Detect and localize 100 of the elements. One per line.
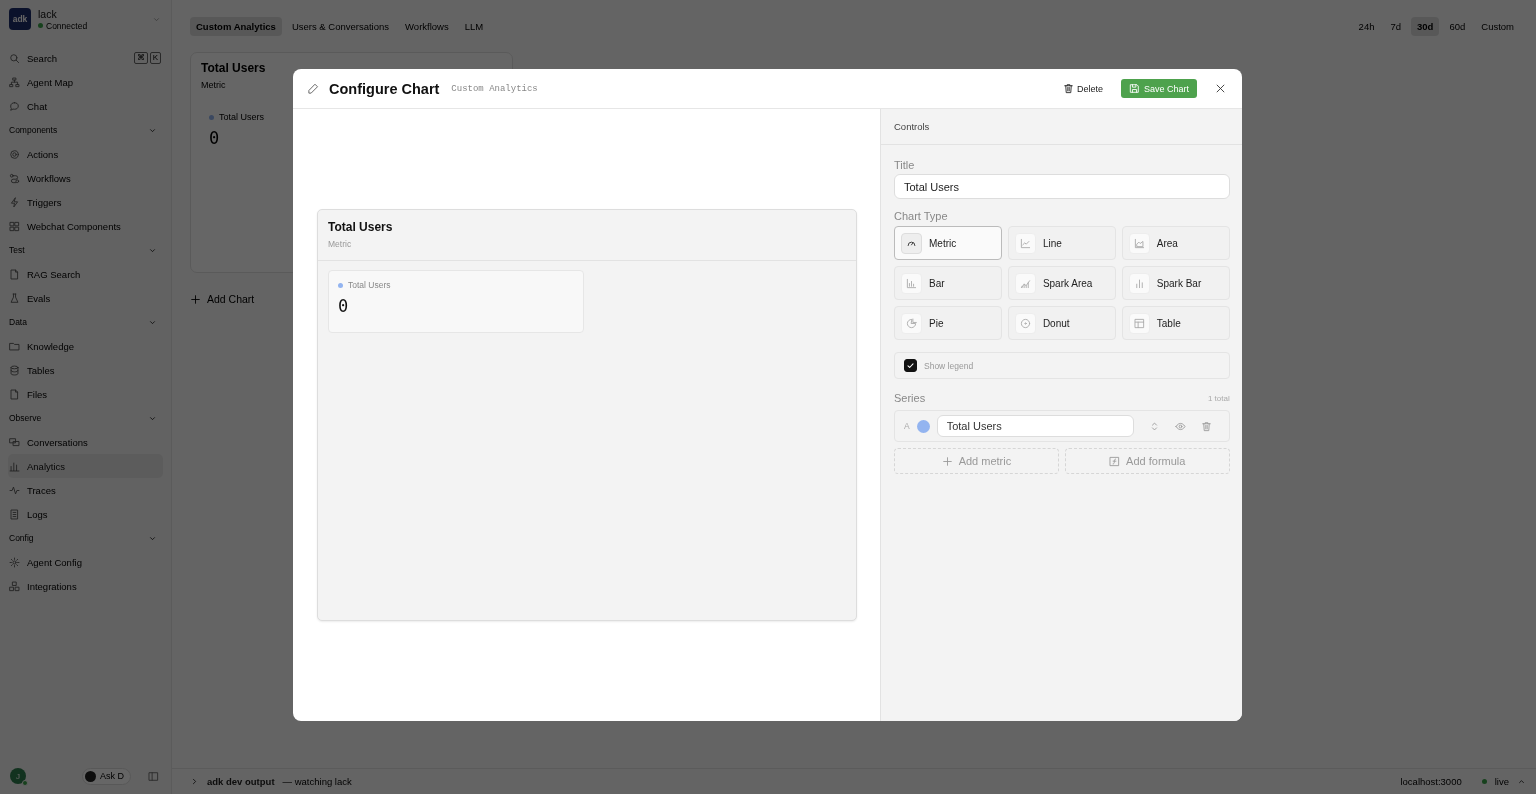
- chart-title: Total Users: [328, 220, 393, 234]
- save-icon: [1128, 83, 1140, 94]
- range-option[interactable]: 24h: [1352, 16, 1381, 36]
- chart-type-option[interactable]: Pie: [894, 306, 1002, 340]
- route-icon: [9, 172, 20, 184]
- bar-chart-icon: [9, 460, 20, 472]
- table-icon: [1133, 317, 1145, 329]
- donut-icon: [1019, 317, 1031, 329]
- delete-button[interactable]: Delete: [1058, 80, 1107, 97]
- chart-type-option[interactable]: Bar: [894, 266, 1002, 300]
- plus-icon: [941, 455, 953, 467]
- nav-item[interactable]: Traces: [8, 478, 163, 502]
- title-field[interactable]: Total Users: [894, 174, 1230, 199]
- nav-item[interactable]: Webchat Components: [8, 214, 163, 238]
- workspace-logo: adk: [9, 8, 31, 30]
- grid-icon: [9, 220, 20, 232]
- gear-icon: [9, 556, 20, 568]
- nav-item[interactable]: Files: [8, 382, 163, 406]
- add-chart-button[interactable]: Add Chart: [190, 293, 255, 305]
- nav-item[interactable]: Evals: [8, 286, 163, 310]
- live-label: live: [1494, 776, 1509, 787]
- tab[interactable]: Custom Analytics: [190, 16, 282, 36]
- chart-title: Total Users: [201, 61, 266, 75]
- range-option[interactable]: 30d: [1411, 16, 1440, 36]
- document-icon: [9, 388, 20, 400]
- section-title[interactable]: Config: [9, 533, 34, 543]
- nav-item[interactable]: Triggers: [8, 190, 163, 214]
- nav-item[interactable]: Logs: [8, 502, 163, 526]
- series-color-dot[interactable]: [916, 419, 930, 433]
- panel-icon[interactable]: [148, 770, 159, 782]
- legend-label: Total Users: [219, 112, 264, 122]
- save-button[interactable]: Save Chart: [1120, 79, 1197, 98]
- nav-item[interactable]: Workflows: [8, 166, 163, 190]
- nav-item[interactable]: Actions: [8, 142, 163, 166]
- area-chart-icon: [1133, 237, 1145, 249]
- chart-type: Metric: [201, 80, 226, 90]
- range-option[interactable]: 60d: [1443, 16, 1472, 36]
- panel-heading: Controls: [881, 109, 1242, 145]
- legend-dot: [338, 282, 343, 288]
- live-dot: [1481, 779, 1487, 784]
- chart-type-option[interactable]: Metric: [894, 226, 1002, 260]
- nav-item[interactable]: Analytics: [8, 454, 163, 478]
- output-title: adk dev output: [207, 776, 275, 787]
- nav-item[interactable]: Tables: [8, 358, 163, 382]
- metric-value: 0: [209, 128, 221, 148]
- chat-bubble-icon: [9, 100, 20, 112]
- column-chart-icon: [906, 277, 917, 289]
- series-name-field[interactable]: Total Users: [936, 415, 1134, 437]
- nav-item[interactable]: Knowledge: [8, 334, 163, 358]
- check-icon: [906, 361, 915, 370]
- workspace-name: lack: [38, 7, 58, 20]
- tab[interactable]: Workflows: [399, 16, 455, 36]
- pulse-icon: [9, 484, 20, 496]
- eye-icon[interactable]: [1174, 420, 1186, 432]
- add-formula-button[interactable]: Add formula: [1064, 448, 1230, 474]
- nav-item[interactable]: Chat: [8, 94, 163, 118]
- tab[interactable]: Users & Conversations: [285, 16, 396, 36]
- nav-item[interactable]: Agent Config: [8, 550, 163, 574]
- chart-type-option[interactable]: Table: [1121, 306, 1230, 340]
- series-letter: A: [904, 421, 910, 431]
- search-icon: [9, 52, 20, 64]
- chart-type: Metric: [328, 239, 352, 249]
- database-icon: [9, 364, 20, 376]
- workspace-status: Connected: [46, 20, 88, 31]
- plus-icon: [190, 293, 201, 305]
- section-title[interactable]: Components: [9, 125, 58, 135]
- chart-type-option[interactable]: Spark Bar: [1121, 266, 1230, 300]
- nav-item[interactable]: Search ⌘ K: [8, 46, 163, 70]
- section-title[interactable]: Test: [9, 245, 25, 255]
- host-label: localhost:3000: [1400, 776, 1462, 787]
- chart-type-option[interactable]: Spark Area: [1007, 266, 1116, 300]
- chart-type-option[interactable]: Area: [1121, 226, 1230, 260]
- spark-area-icon: [1019, 277, 1031, 289]
- chats-icon: [9, 436, 20, 448]
- key-hint: K: [149, 52, 161, 64]
- nav-item[interactable]: Integrations: [8, 574, 163, 598]
- tab[interactable]: LLM: [458, 16, 490, 36]
- range-option[interactable]: 7d: [1384, 16, 1408, 36]
- spark-bar-icon: [1133, 277, 1145, 289]
- legend-label: Total Users: [348, 280, 391, 290]
- pencil-icon: [307, 82, 319, 95]
- scroll-icon: [9, 508, 20, 520]
- field-label: Chart Type: [894, 210, 949, 222]
- output-status: — watching lack: [282, 776, 352, 787]
- pie-icon: [906, 317, 917, 329]
- add-metric-button[interactable]: Add metric: [894, 448, 1059, 474]
- ask-button[interactable]: Ask D: [82, 767, 131, 785]
- chart-type-option[interactable]: Line: [1007, 226, 1116, 260]
- section-title[interactable]: Observe: [9, 413, 42, 423]
- trash-icon[interactable]: [1200, 420, 1212, 432]
- chevron-up-icon: [1517, 777, 1526, 786]
- nav-item[interactable]: RAG Search: [8, 262, 163, 286]
- line-chart-icon: [1019, 237, 1031, 249]
- section-title[interactable]: Data: [9, 317, 27, 327]
- nav-item[interactable]: Conversations: [8, 430, 163, 454]
- checkbox[interactable]: [904, 359, 917, 372]
- nav-item[interactable]: Agent Map: [8, 70, 163, 94]
- chart-type-option[interactable]: Donut: [1007, 306, 1116, 340]
- dialog-subtitle: Custom Analytics: [451, 83, 538, 94]
- range-option[interactable]: Custom: [1475, 16, 1520, 36]
